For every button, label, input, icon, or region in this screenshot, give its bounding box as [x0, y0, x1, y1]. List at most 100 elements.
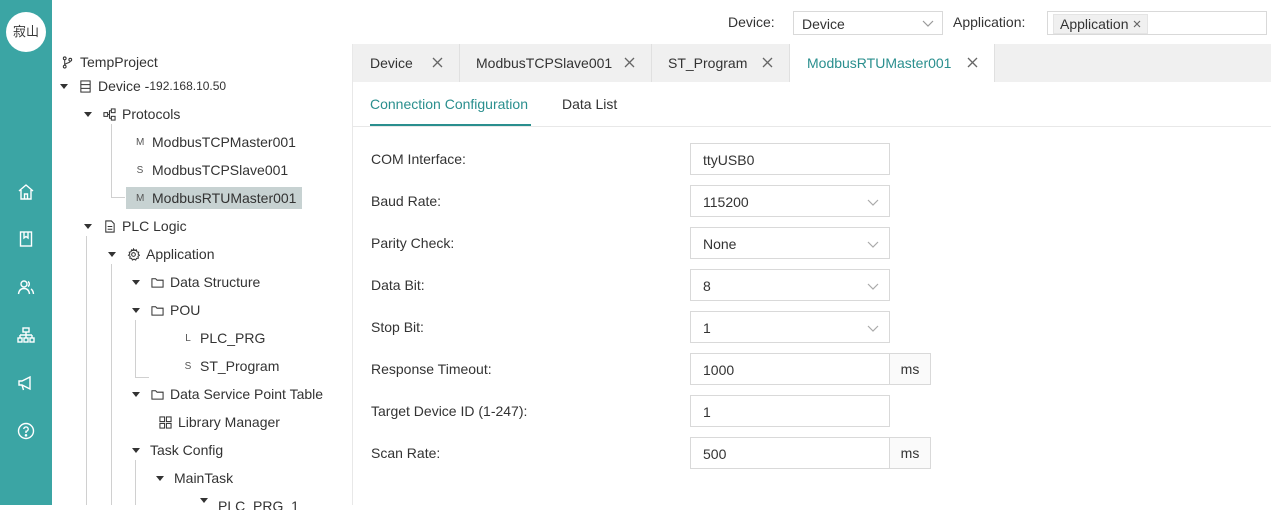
parity-check-value: None: [703, 236, 737, 252]
tree-item-project[interactable]: TempProject: [60, 51, 158, 73]
tree-connector: [111, 197, 125, 198]
close-icon[interactable]: [967, 57, 978, 68]
network-icon[interactable]: [16, 325, 36, 345]
tree-item-pou-program[interactable]: S ST_Program: [184, 355, 280, 377]
server-icon: [78, 79, 92, 93]
caret-down-icon[interactable]: [132, 279, 140, 285]
project-tree: TempProject Device - 192.168.10.50 Proto…: [52, 44, 353, 510]
com-interface-input[interactable]: ttyUSB0: [690, 143, 890, 175]
tree-item-pou-program[interactable]: L PLC_PRG: [184, 327, 265, 349]
tree-item-label: MainTask: [174, 470, 234, 486]
tree-item-main-task[interactable]: MainTask: [156, 467, 233, 489]
tree-connector: [111, 124, 112, 198]
device-ip: 192.168.10.50: [149, 79, 227, 93]
tree-item-plc-logic[interactable]: PLC Logic: [84, 215, 187, 237]
tab-st-program[interactable]: ST_Program: [652, 44, 790, 82]
file-icon: [102, 219, 116, 233]
tree-item-task-program[interactable]: PLC_PRG_1: [200, 494, 299, 510]
device-label: Device:: [728, 14, 775, 30]
folder-icon: [150, 303, 164, 317]
tree-item-task-config[interactable]: Task Config: [132, 439, 223, 461]
caret-down-icon[interactable]: [156, 475, 164, 481]
type-prefix: M: [136, 136, 145, 148]
protocols-icon: [102, 107, 116, 121]
stop-bit-select[interactable]: 1: [690, 311, 890, 343]
scan-rate-input[interactable]: 500: [690, 437, 890, 469]
caret-down-icon[interactable]: [60, 83, 68, 89]
megaphone-icon[interactable]: [16, 373, 36, 393]
tag-close-icon[interactable]: [1133, 20, 1141, 28]
response-timeout-input[interactable]: 1000: [690, 353, 890, 385]
response-timeout-label: Response Timeout:: [371, 361, 492, 377]
type-prefix: M: [136, 192, 145, 204]
tree-item-protocols[interactable]: Protocols: [84, 103, 180, 125]
baud-rate-select[interactable]: 115200: [690, 185, 890, 217]
tree-connector: [86, 236, 87, 505]
grid-icon: [158, 415, 172, 429]
data-bit-label: Data Bit:: [371, 277, 425, 293]
parity-check-label: Parity Check:: [371, 235, 455, 251]
parity-check-select[interactable]: None: [690, 227, 890, 259]
tree-item-library-manager[interactable]: Library Manager: [158, 411, 280, 433]
subtab-data-list[interactable]: Data List: [562, 96, 617, 112]
application-select[interactable]: Application: [1047, 11, 1267, 35]
tree-item-application[interactable]: Application: [108, 243, 215, 265]
tree-item-pou[interactable]: POU: [132, 299, 200, 321]
tree-item-data-structure[interactable]: Data Structure: [132, 271, 260, 293]
top-header: Device: Device Application: Application: [52, 0, 1271, 45]
tree-connector: [111, 264, 112, 505]
tree-item-label: Protocols: [122, 106, 181, 122]
home-icon[interactable]: [16, 182, 36, 202]
caret-down-icon[interactable]: [132, 307, 140, 313]
logo-text: 寂山: [12, 24, 39, 40]
tree-item-protocol[interactable]: S ModbusTCPSlave001: [136, 159, 289, 181]
folder-icon: [150, 275, 164, 289]
tree-item-label: PLC_PRG: [200, 330, 266, 346]
close-icon[interactable]: [762, 57, 773, 68]
gear-icon: [126, 247, 140, 261]
chevron-down-icon: [867, 283, 879, 290]
caret-down-icon[interactable]: [132, 447, 140, 453]
editor-tabs: Device ModbusTCPSlave001 ST_Program Modb…: [353, 44, 1271, 82]
tree-item-label: ModbusTCPMaster001: [152, 134, 296, 150]
device-select[interactable]: Device: [793, 11, 943, 35]
tree-item-label: TempProject: [80, 54, 158, 70]
close-icon[interactable]: [432, 57, 443, 68]
tree-item-protocol-selected[interactable]: M ModbusRTUMaster001: [126, 187, 303, 209]
tab-modbus-tcp-slave[interactable]: ModbusTCPSlave001: [460, 44, 652, 82]
help-icon[interactable]: [16, 421, 36, 441]
tab-modbus-rtu-master[interactable]: ModbusRTUMaster001: [790, 44, 995, 82]
tree-item-device[interactable]: Device - 192.168.10.50: [60, 75, 226, 97]
app-logo[interactable]: 寂山: [6, 12, 46, 52]
data-bit-select[interactable]: 8: [690, 269, 890, 301]
subtab-connection-configuration[interactable]: Connection Configuration: [370, 96, 528, 112]
tab-label: ST_Program: [668, 55, 748, 71]
scan-rate-label: Scan Rate:: [371, 445, 441, 461]
tab-label: Device: [370, 55, 413, 71]
com-interface-value: ttyUSB0: [703, 152, 755, 168]
tree-item-label: Library Manager: [178, 414, 280, 430]
com-interface-label: COM Interface:: [371, 151, 466, 167]
book-icon[interactable]: [16, 229, 36, 249]
type-prefix: S: [184, 360, 192, 372]
tree-item-protocol[interactable]: M ModbusTCPMaster001: [136, 131, 296, 153]
nav-rail: 寂山: [0, 0, 52, 505]
target-device-id-input[interactable]: 1: [690, 395, 890, 427]
type-prefix: S: [136, 164, 144, 176]
caret-down-icon[interactable]: [132, 391, 140, 397]
data-bit-value: 8: [703, 278, 711, 294]
tree-item-label: ModbusRTUMaster001: [152, 190, 297, 206]
tree-item-label: Device -: [98, 78, 150, 94]
caret-down-icon[interactable]: [108, 251, 116, 257]
tree-item-data-service[interactable]: Data Service Point Table: [132, 383, 323, 405]
tree-item-label: POU: [170, 302, 201, 318]
device-select-value: Device: [802, 16, 845, 32]
type-prefix: L: [185, 332, 191, 344]
caret-down-icon[interactable]: [84, 223, 92, 229]
close-icon[interactable]: [624, 57, 635, 68]
tab-device[interactable]: Device: [353, 44, 460, 82]
caret-down-icon[interactable]: [84, 111, 92, 117]
caret-down-icon[interactable]: [200, 498, 208, 503]
users-icon[interactable]: [16, 277, 36, 297]
application-label: Application:: [953, 14, 1026, 30]
